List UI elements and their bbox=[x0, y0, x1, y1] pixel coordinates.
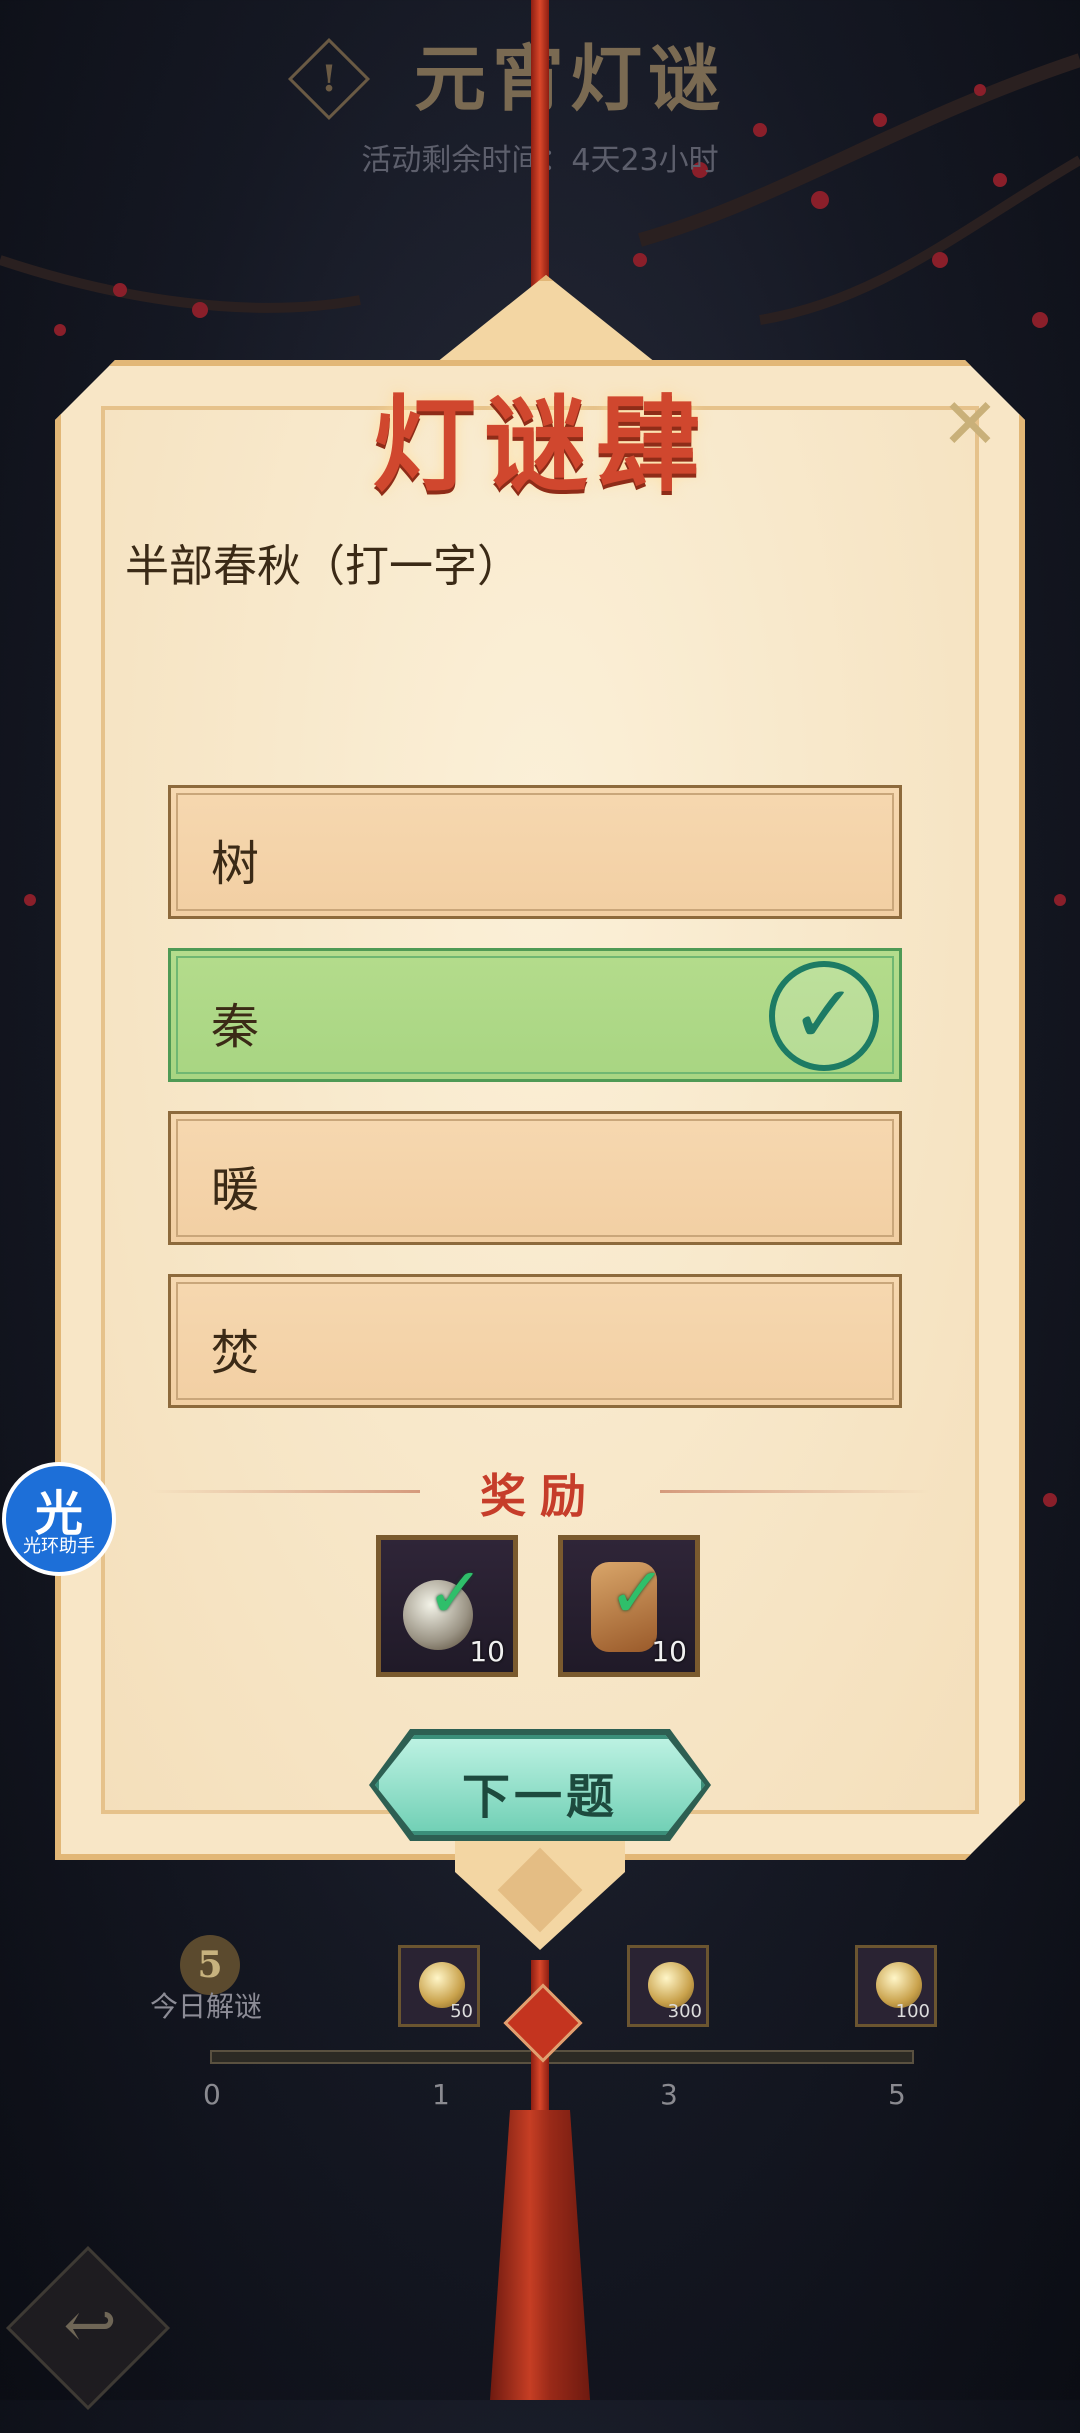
floating-assistant-button[interactable]: 光 光环助手 bbox=[2, 1462, 116, 1576]
progress-tick: 1 bbox=[432, 2078, 450, 2111]
claimed-check-icon: ✓ bbox=[608, 1552, 667, 1634]
milestone-count: 100 bbox=[895, 2001, 930, 2022]
milestone-reward-3[interactable]: 100 bbox=[855, 1945, 937, 2027]
lantern-string-top bbox=[531, 0, 549, 320]
answer-option-3[interactable]: 暖 bbox=[168, 1111, 902, 1245]
correct-check-icon: ✓ bbox=[769, 961, 879, 1071]
riddle-title: 灯谜肆 bbox=[371, 383, 708, 506]
event-title: 元宵灯谜 bbox=[413, 36, 726, 121]
progress-tick: 3 bbox=[660, 2078, 678, 2111]
next-question-label: 下一题 bbox=[461, 1769, 618, 1825]
answer-option-label: 树 bbox=[211, 836, 260, 892]
answer-option-label: 焚 bbox=[211, 1325, 260, 1381]
milestone-reward-1[interactable]: 50 bbox=[398, 1945, 480, 2027]
back-arrow-icon: ↩ bbox=[63, 2288, 117, 2363]
progress-tick: 0 bbox=[203, 2078, 221, 2111]
info-icon[interactable]: ! bbox=[287, 37, 371, 121]
answer-option-1[interactable]: 树 bbox=[168, 785, 902, 919]
today-label: 今日解谜 bbox=[150, 1990, 263, 2023]
milestone-reward-2[interactable]: 300 bbox=[627, 1945, 709, 2027]
timer-value: 4天23小时 bbox=[571, 143, 719, 178]
answer-option-label: 秦 bbox=[211, 999, 260, 1055]
answer-option-label: 暖 bbox=[211, 1162, 260, 1218]
answer-option-4[interactable]: 焚 bbox=[168, 1274, 902, 1408]
reward-count: 10 bbox=[651, 1635, 687, 1668]
card-inner-frame bbox=[101, 406, 979, 1814]
progress-track bbox=[210, 2050, 914, 2064]
close-icon[interactable]: ✕ bbox=[938, 389, 1002, 459]
reward-item-1[interactable]: ✓ 10 bbox=[376, 1535, 518, 1677]
reward-item-2[interactable]: ✓ 10 bbox=[558, 1535, 700, 1677]
progress-tick: 5 bbox=[888, 2078, 906, 2111]
milestone-count: 300 bbox=[667, 2001, 702, 2022]
reward-count: 10 bbox=[469, 1635, 505, 1668]
next-question-button[interactable]: 下一题 bbox=[375, 1735, 705, 1835]
assistant-label: 光环助手 bbox=[23, 1536, 95, 1557]
milestone-count: 50 bbox=[450, 2001, 473, 2022]
claimed-check-icon: ✓ bbox=[426, 1552, 485, 1634]
answer-option-2-correct[interactable]: 秦 ✓ bbox=[168, 948, 902, 1082]
reward-divider-right bbox=[660, 1490, 930, 1493]
riddle-question: 半部春秋（打一字） bbox=[125, 541, 521, 592]
reward-title: 奖励 bbox=[480, 1469, 600, 1523]
